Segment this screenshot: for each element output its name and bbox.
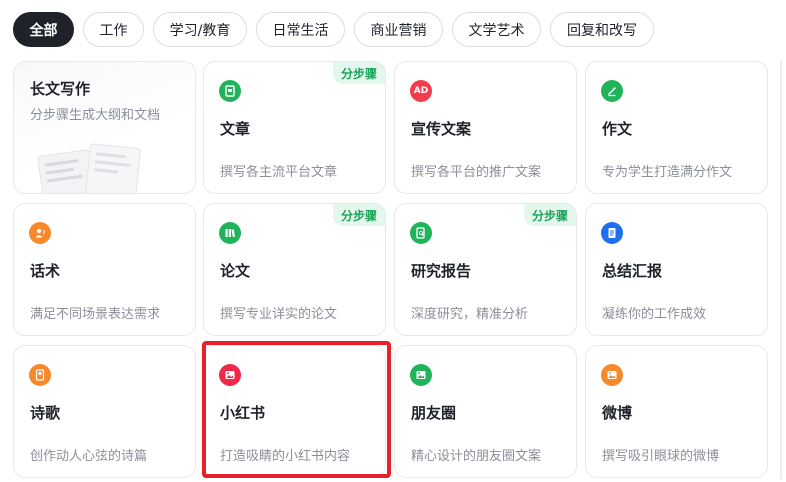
card-title: 长文写作 xyxy=(30,80,91,98)
picture-icon xyxy=(601,364,623,386)
card-title: 朋友圈 xyxy=(411,404,457,422)
speaking-person-icon xyxy=(29,222,51,244)
card-desc: 撰写吸引眼球的微博 xyxy=(602,449,720,464)
notebook-icon xyxy=(601,222,623,244)
document-stack-illustration xyxy=(37,143,141,193)
card-title: 总结汇报 xyxy=(602,262,663,280)
tab-daily-life[interactable]: 日常生活 xyxy=(256,12,345,47)
card-title: 小红书 xyxy=(220,404,266,422)
card-title: 诗歌 xyxy=(30,404,61,422)
step-by-step-badge: 分步骤 xyxy=(332,204,385,226)
step-by-step-badge: 分步骤 xyxy=(332,62,385,84)
card-desc: 满足不同场景表达需求 xyxy=(30,307,161,322)
card-desc: 撰写专业详实的论文 xyxy=(220,307,338,322)
card-title: 论文 xyxy=(220,262,251,280)
card-desc: 精心设计的朋友圈文案 xyxy=(411,449,542,464)
card-desc: 专为学生打造满分作文 xyxy=(602,165,733,180)
image-doc-icon xyxy=(219,80,241,102)
card-long-form-writing[interactable]: 长文写作 分步骤生成大纲和文档 xyxy=(13,61,196,194)
picture-icon xyxy=(219,364,241,386)
card-work-summary[interactable]: 总结汇报 凝练你的工作成效 xyxy=(585,203,768,336)
card-desc: 创作动人心弦的诗篇 xyxy=(30,449,148,464)
card-desc: 分步骤生成大纲和文档 xyxy=(30,108,161,123)
tab-reply-rewrite[interactable]: 回复和改写 xyxy=(550,12,654,47)
card-xiaohongshu[interactable]: 小红书 打造吸睛的小红书内容 xyxy=(203,345,386,478)
tab-literature-art[interactable]: 文学艺术 xyxy=(452,12,541,47)
pen-icon xyxy=(601,80,623,102)
card-title: 文章 xyxy=(220,120,251,138)
card-desc: 打造吸睛的小红书内容 xyxy=(220,449,351,464)
report-search-icon xyxy=(410,222,432,244)
picture-icon xyxy=(410,364,432,386)
card-title: 话术 xyxy=(30,262,61,280)
card-desc: 撰写各平台的推广文案 xyxy=(411,165,542,180)
books-icon xyxy=(219,222,241,244)
card-title: 微博 xyxy=(602,404,633,422)
card-weibo[interactable]: 微博 撰写吸引眼球的微博 xyxy=(585,345,768,478)
step-by-step-badge: 分步骤 xyxy=(523,204,576,226)
card-composition[interactable]: 作文 专为学生打造满分作文 xyxy=(585,61,768,194)
card-speech-scripts[interactable]: 话术 满足不同场景表达需求 xyxy=(13,203,196,336)
card-poetry[interactable]: 诗歌 创作动人心弦的诗篇 xyxy=(13,345,196,478)
tab-business-marketing[interactable]: 商业营销 xyxy=(354,12,443,47)
card-promo-copy[interactable]: AD 宣传文案 撰写各平台的推广文案 xyxy=(394,61,577,194)
poem-book-icon xyxy=(29,364,51,386)
ad-icon: AD xyxy=(410,80,432,102)
tab-work[interactable]: 工作 xyxy=(83,12,144,47)
card-article[interactable]: 分步骤 文章 撰写各主流平台文章 xyxy=(203,61,386,194)
card-title: 作文 xyxy=(602,120,633,138)
card-desc: 撰写各主流平台文章 xyxy=(220,165,338,180)
scrollbar[interactable] xyxy=(780,61,782,479)
tab-study-education[interactable]: 学习/教育 xyxy=(153,12,247,47)
card-thesis[interactable]: 分步骤 论文 撰写专业详实的论文 xyxy=(203,203,386,336)
card-research-report[interactable]: 分步骤 研究报告 深度研究，精准分析 xyxy=(394,203,577,336)
card-desc: 凝练你的工作成效 xyxy=(602,307,707,322)
card-desc: 深度研究，精准分析 xyxy=(411,307,529,322)
card-title: 研究报告 xyxy=(411,262,472,280)
tab-all[interactable]: 全部 xyxy=(13,12,74,47)
card-title: 宣传文案 xyxy=(411,120,472,138)
card-moments[interactable]: 朋友圈 精心设计的朋友圈文案 xyxy=(394,345,577,478)
